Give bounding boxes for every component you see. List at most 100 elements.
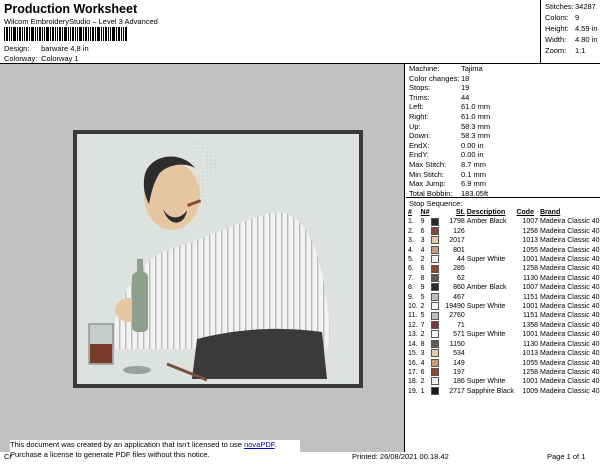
needle-number: 8 <box>420 274 425 282</box>
table-row: 17. 6 197 1258 Madeira Classic 40 <box>408 368 600 377</box>
colorway-label: Colorway: <box>4 54 38 63</box>
stitch-count: 186 <box>453 378 465 386</box>
needle-number: 3 <box>420 350 425 358</box>
page-number: Page 1 of 1 <box>547 452 586 461</box>
thread-brand: Madeira Classic 40 <box>540 303 600 311</box>
info-right: Right: 61.0 mm <box>409 112 491 121</box>
swatch-icon <box>431 330 440 339</box>
stop-index: 2. <box>408 227 414 235</box>
thread-code: 1009 <box>522 387 538 395</box>
needle-number: 6 <box>420 265 425 273</box>
table-row: 10. 2 19490 Super White 1001 Madeira Classic … <box>408 302 600 311</box>
thread-brand: Madeira Classic 40 <box>540 321 600 329</box>
swatch-icon <box>431 377 440 386</box>
thread-code: 1258 <box>522 368 538 376</box>
stop-index: 8. <box>408 284 414 292</box>
thread-brand: Madeira Classic 40 <box>540 368 600 376</box>
thread-code: 1258 <box>522 227 538 235</box>
stop-index: 4. <box>408 246 414 254</box>
table-row: 11. 5 2760 1151 Madeira Classic 40 <box>408 311 600 320</box>
info-stops: Stops: 19 <box>409 83 470 93</box>
barcode <box>4 27 127 41</box>
color-swatch <box>431 358 443 368</box>
info-color-changes: Color changes: 18 <box>409 73 470 83</box>
swatch-icon <box>431 339 440 348</box>
info-min-stitch: Min Stitch: 0.1 mm <box>409 169 487 179</box>
thread-description <box>467 274 517 283</box>
stop-index: 7. <box>408 274 414 282</box>
stitch-count: 44 <box>456 256 465 264</box>
table-row: 9. 5 467 1151 Madeira Classic 40 <box>408 292 600 302</box>
novapdf-link[interactable]: novaPDF <box>244 440 274 449</box>
stitch-count: 126 <box>453 227 465 235</box>
stitch-count: 2717 <box>449 387 465 395</box>
drink-shape <box>90 344 112 363</box>
color-swatch <box>431 292 443 302</box>
needle-number: 3 <box>420 237 425 245</box>
info-down: Down: 58.3 mm <box>409 131 491 141</box>
stop-index: 10. <box>408 303 418 311</box>
thread-brand: Madeira Classic 40 <box>540 227 600 235</box>
design-preview <box>0 64 405 452</box>
ashtray-shape <box>123 366 151 374</box>
thread-code: 1013 <box>522 350 538 358</box>
color-swatch <box>431 255 443 264</box>
design-row: Design: barware 4,8 in <box>4 44 89 53</box>
thread-brand: Madeira Classic 40 <box>540 218 600 226</box>
pants-shape <box>192 328 327 379</box>
stitch-count: 534 <box>453 350 465 358</box>
bottle-shape <box>132 272 148 332</box>
swatch-icon <box>431 321 440 330</box>
thread-description: Amber Black <box>466 218 507 226</box>
stop-index: 14. <box>408 340 418 348</box>
stop-index: 16. <box>408 359 418 367</box>
color-swatch <box>431 283 443 292</box>
swatch-icon <box>431 349 440 358</box>
swatch-icon <box>431 226 440 235</box>
thread-code: 1358 <box>522 321 538 329</box>
footer-left-text: Cr <box>4 452 12 461</box>
stop-index: 3. <box>408 237 414 245</box>
thread-description <box>467 359 517 368</box>
printed-timestamp: Printed: 26/08/2021 00.18.42 <box>352 452 449 461</box>
table-row: 5. 2 44 Super White 1001 Madeira Classic 40 <box>408 255 600 264</box>
thread-description: Sapphire Black <box>466 387 514 395</box>
thread-code: 1001 <box>522 378 538 386</box>
stop-index: 12. <box>408 321 418 329</box>
needle-number: 8 <box>420 340 425 348</box>
info-max-jump: Max Jump: 6.9 mm <box>409 179 487 189</box>
swatch-icon <box>431 311 440 320</box>
stitch-count: 1798 <box>449 218 465 226</box>
thread-brand: Madeira Classic 40 <box>540 331 600 339</box>
info-left: Left: 61.0 mm <box>409 102 491 112</box>
color-swatch <box>431 349 443 358</box>
color-swatch <box>431 245 443 255</box>
stitch-count: 860 <box>453 284 465 292</box>
stop-index: 1. <box>408 218 414 226</box>
stop-index: 6. <box>408 265 414 273</box>
thread-description: Super White <box>466 256 506 264</box>
color-swatch <box>431 302 443 311</box>
thread-description: Super White <box>466 303 506 311</box>
page-title: Production Worksheet <box>4 2 138 16</box>
design-value: barware 4,8 in <box>41 44 89 53</box>
needle-number: 6 <box>420 227 425 235</box>
thread-brand: Madeira Classic 40 <box>540 340 600 348</box>
thread-code: 1258 <box>522 265 538 273</box>
software-subtitle: Wilcom EmbroideryStudio – Level 3 Advanc… <box>4 17 158 26</box>
thread-description <box>467 311 517 320</box>
embroidery-artwork <box>77 134 359 384</box>
info-endy: EndY: 0.00 in <box>409 150 484 160</box>
needle-number: 7 <box>420 321 425 329</box>
thread-description: Super White <box>466 378 506 386</box>
swatch-icon <box>431 264 440 273</box>
thread-brand: Madeira Classic 40 <box>540 378 600 386</box>
color-swatch <box>431 264 443 273</box>
stat-colors: Colors: 9 <box>545 13 580 22</box>
color-swatch <box>431 321 443 330</box>
thread-brand: Madeira Classic 40 <box>540 256 600 264</box>
stop-index: 15. <box>408 350 418 358</box>
needle-number: 5 <box>420 312 425 320</box>
stat-zoom: Zoom: 1:1 <box>545 46 586 55</box>
stop-index: 18. <box>408 378 418 386</box>
